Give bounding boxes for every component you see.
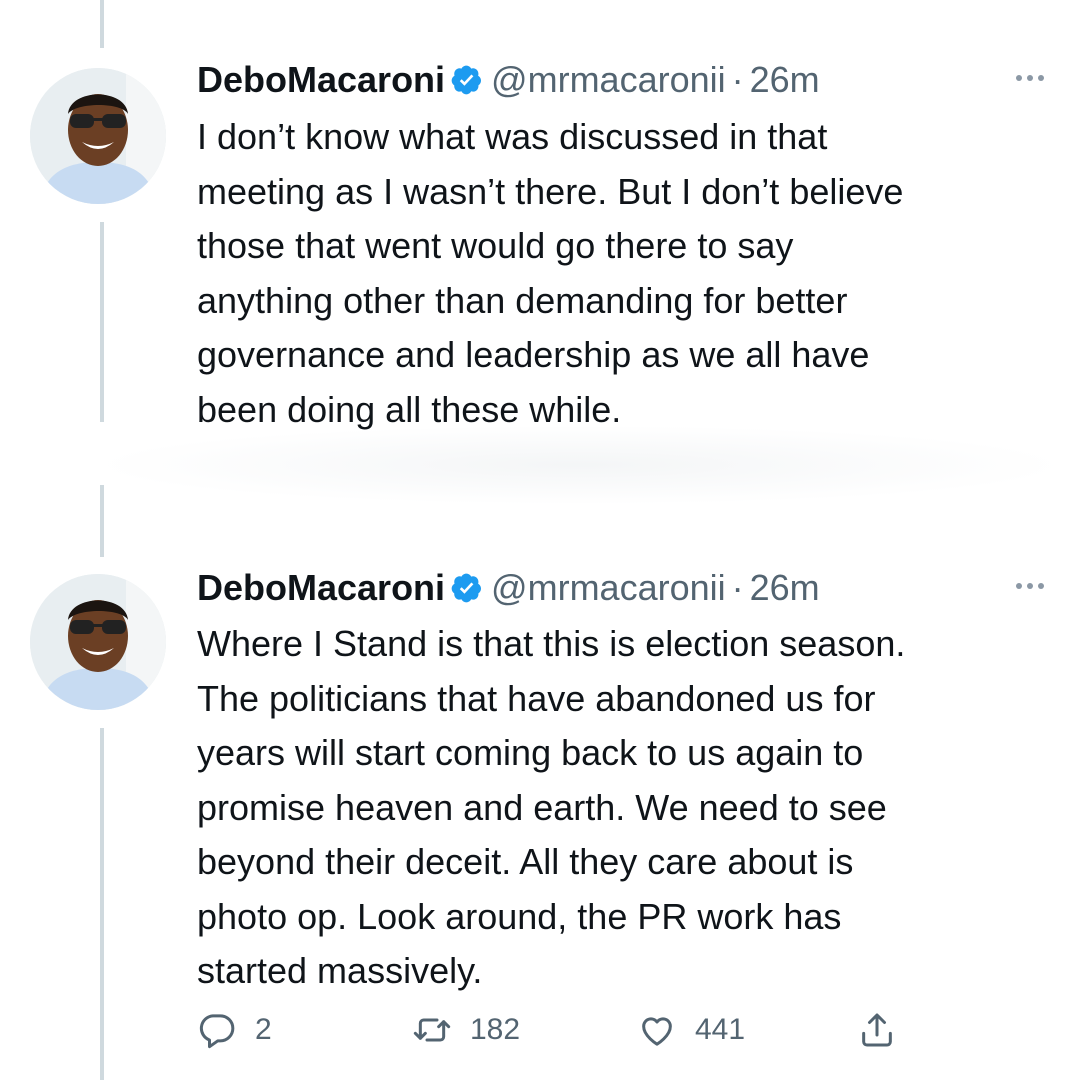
text-line: started massively. bbox=[197, 950, 483, 991]
timestamp[interactable]: 26m bbox=[750, 59, 820, 101]
like-button[interactable]: 441 bbox=[637, 1010, 745, 1050]
text-line: meeting as I wasn’t there. But I don’t b… bbox=[197, 170, 904, 212]
text-line: photo op. Look around, the PR work has bbox=[197, 895, 842, 937]
text-line: promise heaven and earth. We need to see bbox=[197, 786, 887, 828]
action-bar: 2 182 441 bbox=[197, 1010, 917, 1060]
handle[interactable]: @mrmacaronii bbox=[491, 567, 726, 609]
thread-line-middle bbox=[100, 222, 104, 422]
separator-dot: · bbox=[731, 567, 744, 608]
retweet-count: 182 bbox=[470, 1013, 521, 1046]
more-dots-icon[interactable] bbox=[1016, 75, 1044, 81]
tweet-text: I don’t know what was discussed in that … bbox=[197, 110, 1047, 437]
handle[interactable]: @mrmacaronii bbox=[491, 59, 726, 101]
text-line: anything other than demanding for better bbox=[197, 279, 848, 321]
avatar[interactable] bbox=[30, 68, 166, 204]
verified-badge-icon bbox=[451, 573, 482, 603]
display-name[interactable]: DeboMacaroni bbox=[197, 59, 445, 101]
tweet-header: DeboMacaroni @mrmacaronii · 26m bbox=[197, 55, 820, 105]
retweet-icon bbox=[413, 1018, 451, 1042]
separator-dot: · bbox=[731, 59, 744, 100]
text-line: governance and leadership as we all have bbox=[197, 334, 870, 375]
share-button[interactable] bbox=[857, 1010, 897, 1050]
text-line: The politicians that have abandoned us f… bbox=[197, 677, 876, 719]
share-icon bbox=[862, 1013, 892, 1047]
timestamp[interactable]: 26m bbox=[750, 567, 820, 609]
display-name[interactable]: DeboMacaroni bbox=[197, 567, 445, 609]
avatar-image bbox=[30, 68, 166, 204]
avatar-image bbox=[30, 574, 166, 710]
text-line: years will start coming back to us again… bbox=[197, 732, 864, 773]
thread-line-top bbox=[100, 0, 104, 48]
reply-icon bbox=[199, 1014, 235, 1049]
text-line: beyond their deceit. All they care about… bbox=[197, 841, 854, 882]
blur-smudge bbox=[90, 425, 1070, 505]
thread-line-bottom bbox=[100, 728, 104, 1080]
verified-badge-icon bbox=[451, 65, 482, 95]
text-line: been doing all these while. bbox=[197, 388, 622, 430]
more-dots-icon[interactable] bbox=[1016, 583, 1044, 589]
text-line: those that went would go there to say bbox=[197, 225, 794, 266]
tweet-header: DeboMacaroni @mrmacaronii · 26m bbox=[197, 563, 820, 613]
reply-count: 2 bbox=[255, 1013, 272, 1046]
text-line: Where I Stand is that this is election s… bbox=[197, 623, 906, 664]
tweet-text: Where I Stand is that this is election s… bbox=[197, 617, 1047, 999]
text-line: I don’t know what was discussed in that bbox=[197, 116, 828, 157]
heart-icon bbox=[642, 1017, 672, 1046]
avatar[interactable] bbox=[30, 574, 166, 710]
reply-button[interactable]: 2 bbox=[197, 1010, 272, 1050]
like-count: 441 bbox=[695, 1013, 746, 1046]
retweet-button[interactable]: 182 bbox=[412, 1010, 520, 1050]
